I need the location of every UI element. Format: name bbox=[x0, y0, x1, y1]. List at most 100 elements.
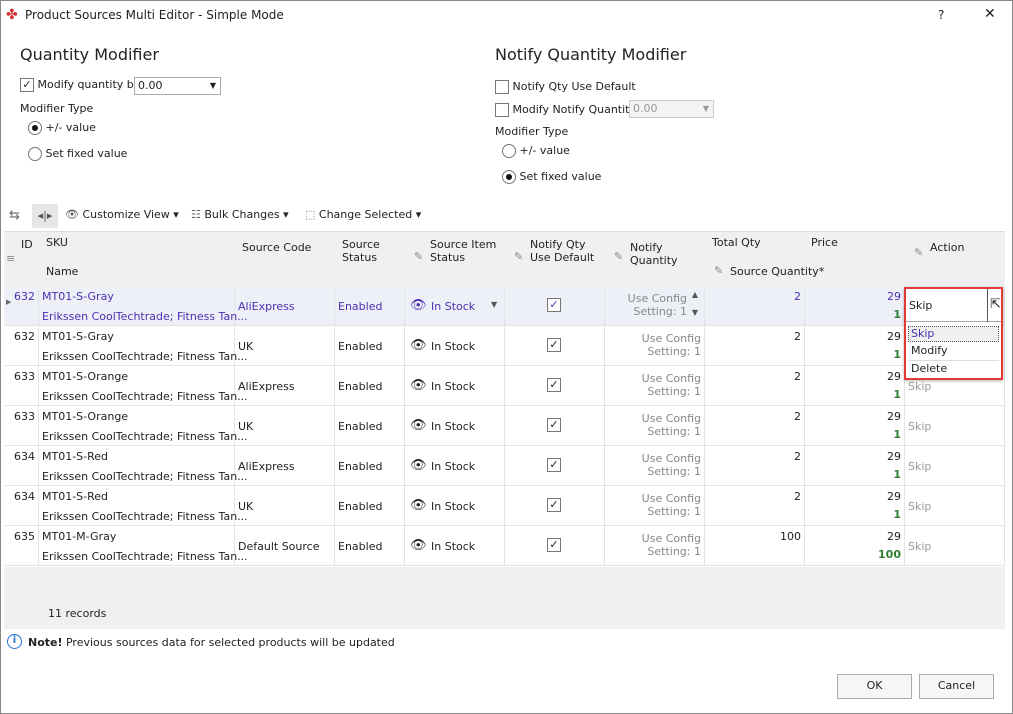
cancel-button[interactable]: Cancel bbox=[919, 674, 994, 699]
notify-quantity-cell[interactable]: Use Config Setting: 1 bbox=[631, 332, 701, 358]
col-source-item-status[interactable]: Source Item Status bbox=[430, 238, 500, 264]
name-cell: Erikssen CoolTechtrade; Fitness Tan... bbox=[42, 390, 248, 403]
source-qty-cell[interactable]: 1 bbox=[893, 428, 901, 441]
source-code-cell: UK bbox=[238, 500, 254, 513]
option-modify[interactable]: Modify bbox=[908, 344, 999, 361]
notify-quantity-cell[interactable]: Use Config Setting: 1 bbox=[617, 292, 687, 318]
id-cell: 632 bbox=[14, 290, 35, 303]
eye-icon: 👁 bbox=[410, 458, 427, 473]
option-delete[interactable]: Delete bbox=[908, 362, 999, 379]
notify-quantity-cell[interactable]: Use Config Setting: 1 bbox=[631, 492, 701, 518]
edit-pencil-icon: ✎ bbox=[414, 250, 424, 263]
action-cell[interactable]: Skip bbox=[908, 460, 931, 473]
col-sku[interactable]: SKU bbox=[46, 236, 68, 249]
table-row[interactable]: ▶ 632 MT01-S-Gray Erikssen CoolTechtrade;… bbox=[4, 286, 1005, 326]
modify-quantity-label: Modify quantity by bbox=[37, 78, 141, 91]
edit-pencil-icon: ✎ bbox=[614, 250, 624, 263]
source-qty-cell[interactable]: 1 bbox=[893, 508, 901, 521]
id-cell: 632 bbox=[14, 330, 35, 343]
notify-default-checkbox[interactable]: ✓ bbox=[505, 446, 605, 486]
column-resize-icon[interactable]: ◂|▸ bbox=[32, 204, 58, 228]
source-qty-cell[interactable]: 1 bbox=[893, 468, 901, 481]
sku-cell: MT01-S-Red bbox=[42, 490, 109, 503]
radio-plus-minus[interactable]: +/- value bbox=[28, 121, 96, 135]
spin-up-icon[interactable]: ▲ bbox=[692, 290, 698, 299]
item-status-cell[interactable]: 👁 In Stock bbox=[405, 526, 505, 566]
notify-radio-fixed-value[interactable]: Set fixed value bbox=[502, 170, 601, 184]
source-status-cell: Enabled bbox=[338, 380, 383, 393]
col-total-qty[interactable]: Total Qty bbox=[712, 236, 761, 249]
item-status-cell[interactable]: 👁 In Stock bbox=[405, 366, 505, 406]
action-cell[interactable]: Skip bbox=[908, 420, 931, 433]
notify-quantity-cell[interactable]: Use Config Setting: 1 bbox=[631, 372, 701, 398]
row-menu-icon[interactable]: ≡ bbox=[6, 252, 15, 265]
item-status-cell[interactable]: 👁 In Stock bbox=[405, 326, 505, 366]
item-status-cell[interactable]: 👁 In Stock ▼ bbox=[405, 286, 505, 326]
modify-notify-checkbox[interactable]: Modify Notify Quantity bbox=[495, 103, 636, 117]
col-source-code[interactable]: Source Code bbox=[242, 241, 311, 254]
spin-down-icon[interactable]: ▼ bbox=[692, 308, 698, 317]
name-cell: Erikssen CoolTechtrade; Fitness Tan... bbox=[42, 510, 248, 523]
notify-default-checkbox[interactable]: ✓ bbox=[505, 406, 605, 446]
sku-cell: MT01-S-Gray bbox=[42, 290, 114, 303]
source-qty-cell[interactable]: 1 bbox=[893, 388, 901, 401]
col-source-status[interactable]: Source Status bbox=[342, 238, 392, 264]
table-row[interactable]: 633 MT01-S-Orange Erikssen CoolTechtrade;… bbox=[4, 406, 1005, 446]
source-code-cell: AliExpress bbox=[238, 380, 295, 393]
item-status-cell[interactable]: 👁 In Stock bbox=[405, 406, 505, 446]
eye-icon: 👁 bbox=[410, 418, 427, 433]
notify-default-checkbox[interactable]: ✓ bbox=[505, 326, 605, 366]
table-row[interactable]: 634 MT01-S-Red Erikssen CoolTechtrade; Fi… bbox=[4, 486, 1005, 526]
sku-cell: MT01-S-Orange bbox=[42, 410, 129, 423]
notify-quantity-cell[interactable]: Use Config Setting: 1 bbox=[631, 452, 701, 478]
bulk-changes-button[interactable]: ☷ Bulk Changes ▾ bbox=[191, 208, 289, 221]
close-button[interactable]: ✕ bbox=[984, 6, 996, 22]
modifier-type-label: Modifier Type bbox=[20, 102, 94, 115]
app-logo-icon: ✤ bbox=[6, 7, 18, 23]
radio-fixed-value[interactable]: Set fixed value bbox=[28, 147, 127, 161]
modify-quantity-checkbox[interactable]: ✓ Modify quantity by bbox=[20, 78, 140, 92]
col-notify-quantity[interactable]: Notify Quantity bbox=[630, 241, 680, 267]
table-row[interactable]: 633 MT01-S-Orange Erikssen CoolTechtrade;… bbox=[4, 366, 1005, 406]
action-cell[interactable]: Skip bbox=[908, 540, 931, 553]
col-source-quantity[interactable]: Source Quantity* bbox=[730, 265, 824, 278]
total-qty-cell: 2 bbox=[794, 330, 801, 343]
source-code-cell: Default Source bbox=[238, 540, 320, 553]
eye-icon: 👁 bbox=[410, 498, 427, 513]
notify-radio-plus-minus[interactable]: +/- value bbox=[502, 144, 570, 158]
action-cell[interactable]: Skip bbox=[908, 380, 931, 393]
col-id[interactable]: ID bbox=[21, 238, 33, 251]
notify-default-checkbox[interactable]: ✓ bbox=[505, 486, 605, 526]
change-selected-button[interactable]: ⬚ Change Selected ▾ bbox=[305, 208, 421, 221]
customize-view-button[interactable]: 👁 Customize View ▾ bbox=[65, 208, 179, 221]
edit-pencil-icon: ✎ bbox=[714, 264, 724, 277]
action-combo[interactable]: Skip ⇱ bbox=[906, 289, 1001, 322]
notify-default-checkbox[interactable]: ✓ bbox=[505, 526, 605, 566]
notify-use-default-checkbox[interactable]: Notify Qty Use Default bbox=[495, 80, 636, 94]
fit-columns-icon[interactable]: ⇆ bbox=[9, 208, 20, 223]
table-row[interactable]: 635 MT01-M-Gray Erikssen CoolTechtrade; F… bbox=[4, 526, 1005, 566]
total-qty-cell: 2 bbox=[794, 410, 801, 423]
modify-quantity-input[interactable]: 0.00 ▼ bbox=[134, 77, 221, 95]
source-qty-cell[interactable]: 1 bbox=[893, 308, 901, 321]
notify-quantity-input[interactable]: 0.00 ▼ bbox=[629, 100, 714, 118]
col-price[interactable]: Price bbox=[811, 236, 838, 249]
notify-quantity-cell[interactable]: Use Config Setting: 1 bbox=[631, 532, 701, 558]
action-cell[interactable]: Skip bbox=[908, 500, 931, 513]
notify-quantity-cell[interactable]: Use Config Setting: 1 bbox=[631, 412, 701, 438]
option-skip[interactable]: Skip bbox=[908, 326, 999, 342]
ok-button[interactable]: OK bbox=[837, 674, 912, 699]
source-qty-cell[interactable]: 1 bbox=[893, 348, 901, 361]
notify-default-checkbox[interactable]: ✓ bbox=[505, 366, 605, 406]
help-button[interactable]: ? bbox=[938, 8, 944, 22]
table-row[interactable]: 632 MT01-S-Gray Erikssen CoolTechtrade; F… bbox=[4, 326, 1005, 366]
chevron-down-icon[interactable]: ▼ bbox=[491, 300, 497, 309]
table-row[interactable]: 634 MT01-S-Red Erikssen CoolTechtrade; Fi… bbox=[4, 446, 1005, 486]
col-name[interactable]: Name bbox=[46, 265, 78, 278]
item-status-cell[interactable]: 👁 In Stock bbox=[405, 486, 505, 526]
col-notify-default[interactable]: Notify Qty Use Default bbox=[530, 238, 595, 264]
item-status-cell[interactable]: 👁 In Stock bbox=[405, 446, 505, 486]
source-qty-cell[interactable]: 100 bbox=[878, 548, 901, 561]
col-action[interactable]: Action bbox=[930, 241, 964, 254]
notify-default-checkbox[interactable]: ✓ bbox=[505, 286, 605, 326]
